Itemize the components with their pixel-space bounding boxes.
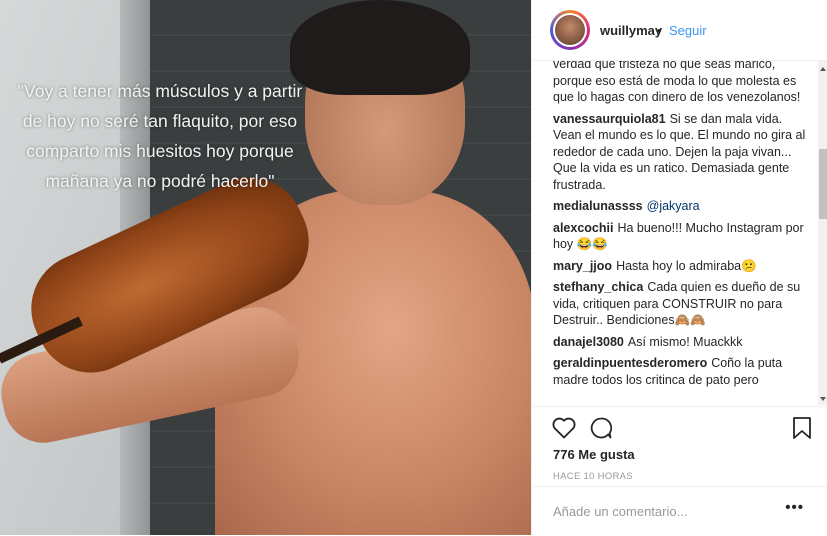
quote-line: comparto mis huesitos hoy porque	[26, 141, 294, 161]
avatar[interactable]	[550, 10, 590, 50]
comment-username[interactable]: alexcochii	[553, 221, 613, 235]
comment-text: Así mismo! Muackkk	[627, 334, 743, 349]
comment: mary_jjoo Hasta hoy lo admiraba😕	[553, 258, 811, 275]
comment-username[interactable]: vanessaurquiola81	[553, 112, 666, 126]
comment: geraldinpuentesderomero Coño la puta madr…	[553, 355, 811, 388]
comment-bubble-icon[interactable]	[589, 416, 613, 445]
comments-list[interactable]: verdad que tristeza no que seas marico, …	[532, 61, 827, 405]
comment-username[interactable]: medialunassss	[553, 199, 643, 213]
more-options-icon[interactable]: •••	[785, 499, 804, 516]
post-side-panel: wuillymay • Seguir verdad que tristeza n…	[531, 0, 827, 535]
post-timestamp[interactable]: HACE 10 HORAS	[553, 471, 633, 482]
comment: alexcochii Ha bueno!!! Mucho Instagram po…	[553, 220, 811, 253]
comment: stefhany_chica Cada quien es dueño de su …	[553, 279, 811, 329]
scroll-up-icon[interactable]	[820, 67, 826, 71]
scroll-down-icon[interactable]	[820, 397, 826, 401]
comment-text: Hasta hoy lo admiraba😕	[616, 258, 757, 273]
photo-quote: "Voy a tener más músculos y a partir de …	[0, 76, 320, 196]
comment: danajel3080 Así mismo! Muackkk	[553, 334, 811, 351]
separator-dot: •	[657, 23, 662, 38]
post-photo: "Voy a tener más músculos y a partir de …	[0, 0, 531, 535]
comments-scrollbar[interactable]	[818, 61, 827, 405]
add-comment-input[interactable]: Añade un comentario...	[553, 504, 687, 519]
avatar-image	[555, 15, 585, 45]
add-comment-bar: Añade un comentario... •••	[532, 486, 827, 536]
comment-text: verdad que tristeza no que seas marico, …	[553, 61, 801, 104]
bookmark-icon[interactable]	[792, 416, 812, 445]
username-link[interactable]: wuillymay	[600, 23, 662, 38]
quote-line: mañana ya no podré hacerlo"	[45, 171, 275, 191]
likes-count[interactable]: 776 Me gusta	[553, 447, 635, 462]
comment-username[interactable]: danajel3080	[553, 335, 624, 349]
follow-button[interactable]: Seguir	[669, 23, 707, 38]
quote-line: "Voy a tener más músculos y a partir	[17, 81, 303, 101]
comment: verdad que tristeza no que seas marico, …	[553, 61, 811, 106]
comment-username[interactable]: mary_jjoo	[553, 259, 612, 273]
comment: vanessaurquiola81 Si se dan mala vida. Ve…	[553, 111, 811, 194]
post-actions: 776 Me gusta HACE 10 HORAS	[532, 406, 827, 487]
comment-username[interactable]: stefhany_chica	[553, 280, 643, 294]
scrollbar-thumb[interactable]	[819, 149, 827, 219]
comment: medialunassss @jakyara	[553, 198, 811, 215]
comment-mention[interactable]: @jakyara	[647, 199, 700, 213]
post-header: wuillymay • Seguir	[532, 0, 827, 61]
heart-icon[interactable]	[552, 417, 576, 444]
comment-username[interactable]: geraldinpuentesderomero	[553, 356, 707, 370]
quote-line: de hoy no seré tan flaquito, por eso	[22, 111, 298, 131]
